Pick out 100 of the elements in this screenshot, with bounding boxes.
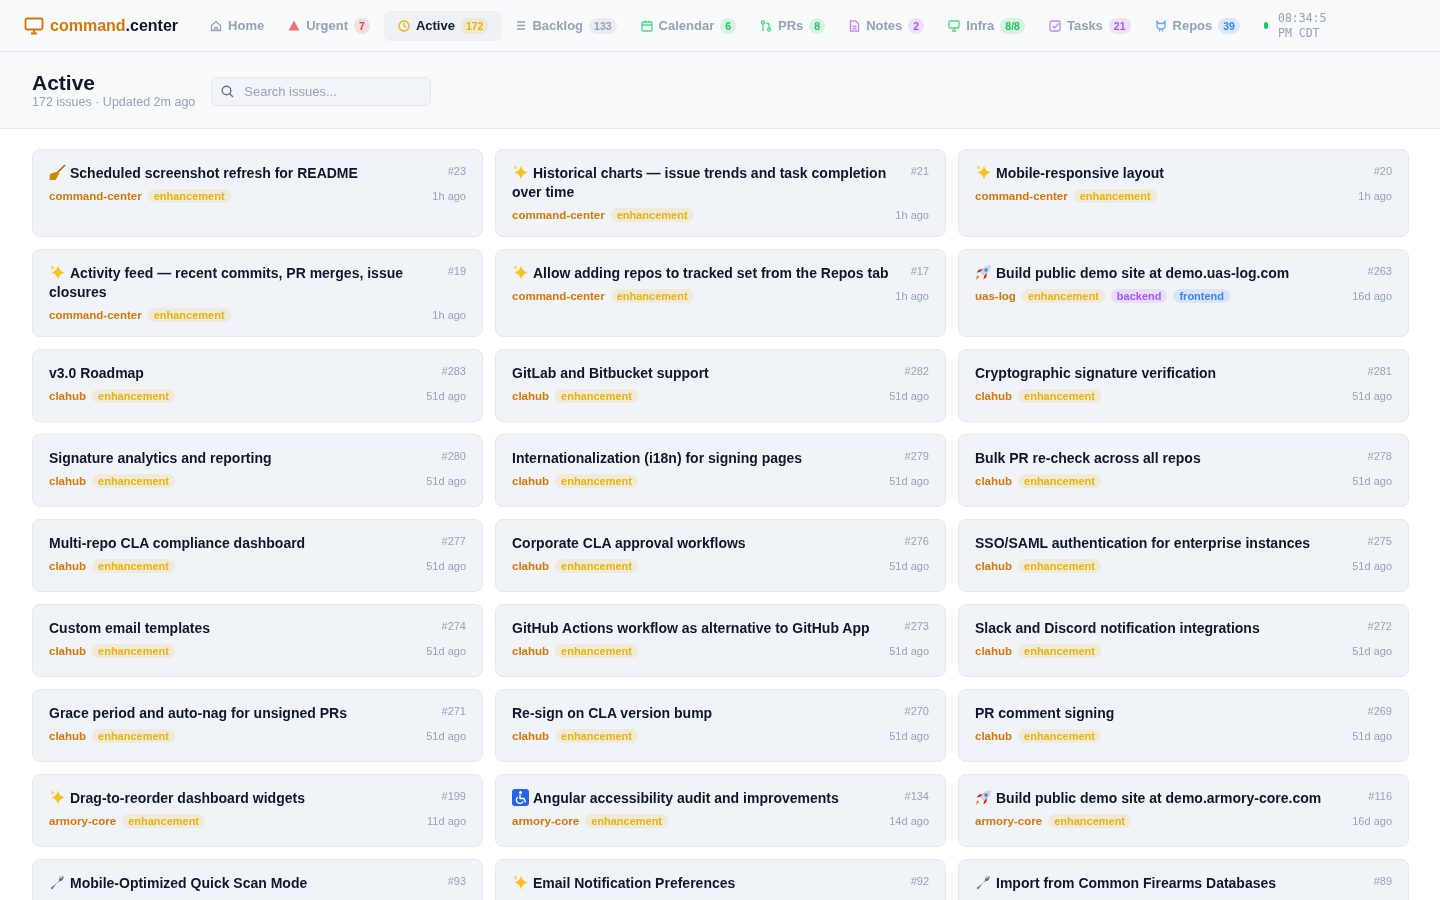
sparkles-icon: [49, 789, 66, 806]
monitor-icon: [24, 16, 44, 35]
count-badge: 8/8: [1000, 17, 1025, 34]
issue-title: Build public demo site at demo.uas-log.com: [975, 264, 1290, 283]
issue-card[interactable]: GitLab and Bitbucket support #282 clahub enhancement 51d ago: [495, 349, 946, 422]
repo-name: clahub: [512, 390, 550, 402]
issue-card[interactable]: Mobile-Optimized Quick Scan Mode #93: [32, 859, 483, 900]
issue-card[interactable]: GitHub Actions workflow as alternative to GitHub App #273 clahub enhancement 51d ago: [495, 604, 946, 677]
monitor-icon: [948, 19, 961, 32]
issue-age: 1h ago: [1358, 190, 1392, 202]
issue-age: 51d ago: [426, 390, 466, 402]
repo-name: clahub: [512, 560, 550, 572]
issue-number: #276: [904, 535, 929, 547]
count-badge: 172: [460, 17, 489, 34]
repo-name: armory-core: [512, 815, 580, 827]
issue-card[interactable]: Multi-repo CLA compliance dashboard #277 clahub enhancement 51d ago: [32, 519, 483, 592]
issue-age: 51d ago: [1352, 560, 1392, 572]
repo-name: command-center: [512, 290, 605, 302]
issue-card[interactable]: Grace period and auto-nag for unsigned PRs #271 clahub enhancement 51d ago: [32, 689, 483, 762]
issue-age: 16d ago: [1352, 815, 1392, 827]
issue-title: v3.0 Roadmap: [49, 364, 144, 383]
repo-name: clahub: [975, 475, 1013, 487]
repo-name: clahub: [512, 730, 550, 742]
issue-card[interactable]: PR comment signing #269 clahub enhancement 51d ago: [958, 689, 1409, 762]
repo-name: clahub: [49, 390, 87, 402]
rocket-icon: [975, 264, 992, 281]
repo-name: clahub: [49, 645, 87, 657]
repo-name: uas-log: [975, 290, 1016, 302]
issue-card[interactable]: Build public demo site at demo.uas-log.com #263 uas-log enhancement backend frontend 16d ago: [958, 249, 1409, 337]
label-tag: enhancement: [92, 474, 175, 488]
repo-name: clahub: [49, 475, 87, 487]
issue-card[interactable]: Signature analytics and reporting #280 clahub enhancement 51d ago: [32, 434, 483, 507]
issue-title: GitLab and Bitbucket support: [512, 364, 709, 383]
sparkles-icon: [512, 264, 529, 281]
issue-title: Scheduled screenshot refresh for README: [49, 164, 358, 183]
count-badge: 21: [1108, 17, 1131, 34]
label-tag: enhancement: [555, 474, 638, 488]
checkbox-icon: [1048, 19, 1061, 32]
issue-age: 51d ago: [1352, 390, 1392, 402]
label-tag: enhancement: [92, 729, 175, 743]
label-tag: enhancement: [1018, 389, 1101, 403]
issue-title: Mobile-Optimized Quick Scan Mode: [49, 874, 308, 893]
issue-card[interactable]: Internationalization (i18n) for signing pages #279 clahub enhancement 51d ago: [495, 434, 946, 507]
issue-card[interactable]: Custom email templates #274 clahub enhancement 51d ago: [32, 604, 483, 677]
issue-card[interactable]: Slack and Discord notification integrations #272 clahub enhancement 51d ago: [958, 604, 1409, 677]
label-tag: enhancement: [555, 644, 638, 658]
issue-number: #283: [441, 365, 466, 377]
issue-title: Drag-to-reorder dashboard widgets: [49, 789, 305, 808]
issue-age: 51d ago: [1352, 645, 1392, 657]
issue-number: #275: [1367, 535, 1392, 547]
issue-age: 1h ago: [432, 190, 466, 202]
issue-card[interactable]: Angular accessibility audit and improvements #134 armory-core enhancement 14d ago: [495, 774, 946, 847]
issue-title: Historical charts — issue trends and task completion over time: [512, 164, 888, 202]
issue-card[interactable]: Drag-to-reorder dashboard widgets #199 armory-core enhancement 11d ago: [32, 774, 483, 847]
issue-card[interactable]: Import from Common Firearms Databases #89: [958, 859, 1409, 900]
issue-number: #279: [904, 450, 929, 462]
clock-text: 08:34:5 PM CDT: [1277, 10, 1327, 41]
issue-card[interactable]: Mobile-responsive layout #20 command-center enhancement 1h ago: [958, 149, 1409, 237]
rocket-icon: [975, 789, 992, 806]
issue-title: Re-sign on CLA version bump: [512, 704, 713, 723]
issue-card[interactable]: Corporate CLA approval workflows #276 clahub enhancement 51d ago: [495, 519, 946, 592]
app-logo[interactable]: command.center: [50, 16, 179, 35]
repo-name: clahub: [975, 645, 1013, 657]
issue-age: 51d ago: [426, 560, 466, 572]
home-icon: [210, 19, 223, 32]
repo-name: clahub: [975, 390, 1013, 402]
repo-name: clahub: [49, 730, 87, 742]
sparkles-icon: [512, 164, 529, 181]
issue-title: Slack and Discord notification integrations: [975, 619, 1260, 638]
nav-tab[interactable]: Active 172: [383, 10, 503, 41]
issue-title: PR comment signing: [975, 704, 1115, 723]
issue-card[interactable]: Scheduled screenshot refresh for README #23 command-center enhancement 1h ago: [32, 149, 483, 237]
count-badge: 8: [809, 17, 826, 34]
label-tag: enhancement: [92, 389, 175, 403]
issue-card[interactable]: SSO/SAML authentication for enterprise instances #275 clahub enhancement 51d ago: [958, 519, 1409, 592]
issue-number: #269: [1367, 705, 1392, 717]
label-tag: enhancement: [555, 389, 638, 403]
issue-card[interactable]: Activity feed — recent commits, PR merges, issue closures #19 command-center enhancement 1h ago: [32, 249, 483, 337]
issue-title: Import from Common Firearms Databases: [975, 874, 1277, 893]
issue-age: 51d ago: [426, 645, 466, 657]
label-tag: enhancement: [147, 189, 231, 203]
issue-card[interactable]: Build public demo site at demo.armory-core.com #116 armory-core enhancement 16d ago: [958, 774, 1409, 847]
label-tag: enhancement: [92, 644, 175, 658]
issue-card[interactable]: Historical charts — issue trends and task completion over time #21 command-center enhancement 1h ago: [495, 149, 946, 237]
issue-card[interactable]: Cryptographic signature verification #281 clahub enhancement 51d ago: [958, 349, 1409, 422]
issue-number: #273: [904, 620, 929, 632]
issue-title: GitHub Actions workflow as alternative to GitHub App: [512, 619, 870, 638]
issue-card[interactable]: Allow adding repos to tracked set from the Repos tab #17 command-center enhancement 1h ago: [495, 249, 946, 337]
issue-card[interactable]: Bulk PR re-check across all repos #278 clahub enhancement 51d ago: [958, 434, 1409, 507]
issue-number: #17: [910, 265, 929, 277]
issue-age: 1h ago: [895, 290, 929, 302]
issue-card[interactable]: Re-sign on CLA version bump #270 clahub enhancement 51d ago: [495, 689, 946, 762]
sparkles-icon: [49, 264, 66, 281]
issue-age: 51d ago: [1352, 475, 1392, 487]
count-badge: 6: [720, 17, 737, 34]
issue-title: Email Notification Preferences: [512, 874, 736, 893]
issue-number: #271: [441, 705, 466, 717]
issue-card[interactable]: Email Notification Preferences #92: [495, 859, 946, 900]
search-field[interactable]: Search issues...: [211, 77, 432, 106]
issue-card[interactable]: v3.0 Roadmap #283 clahub enhancement 51d ago: [32, 349, 483, 422]
